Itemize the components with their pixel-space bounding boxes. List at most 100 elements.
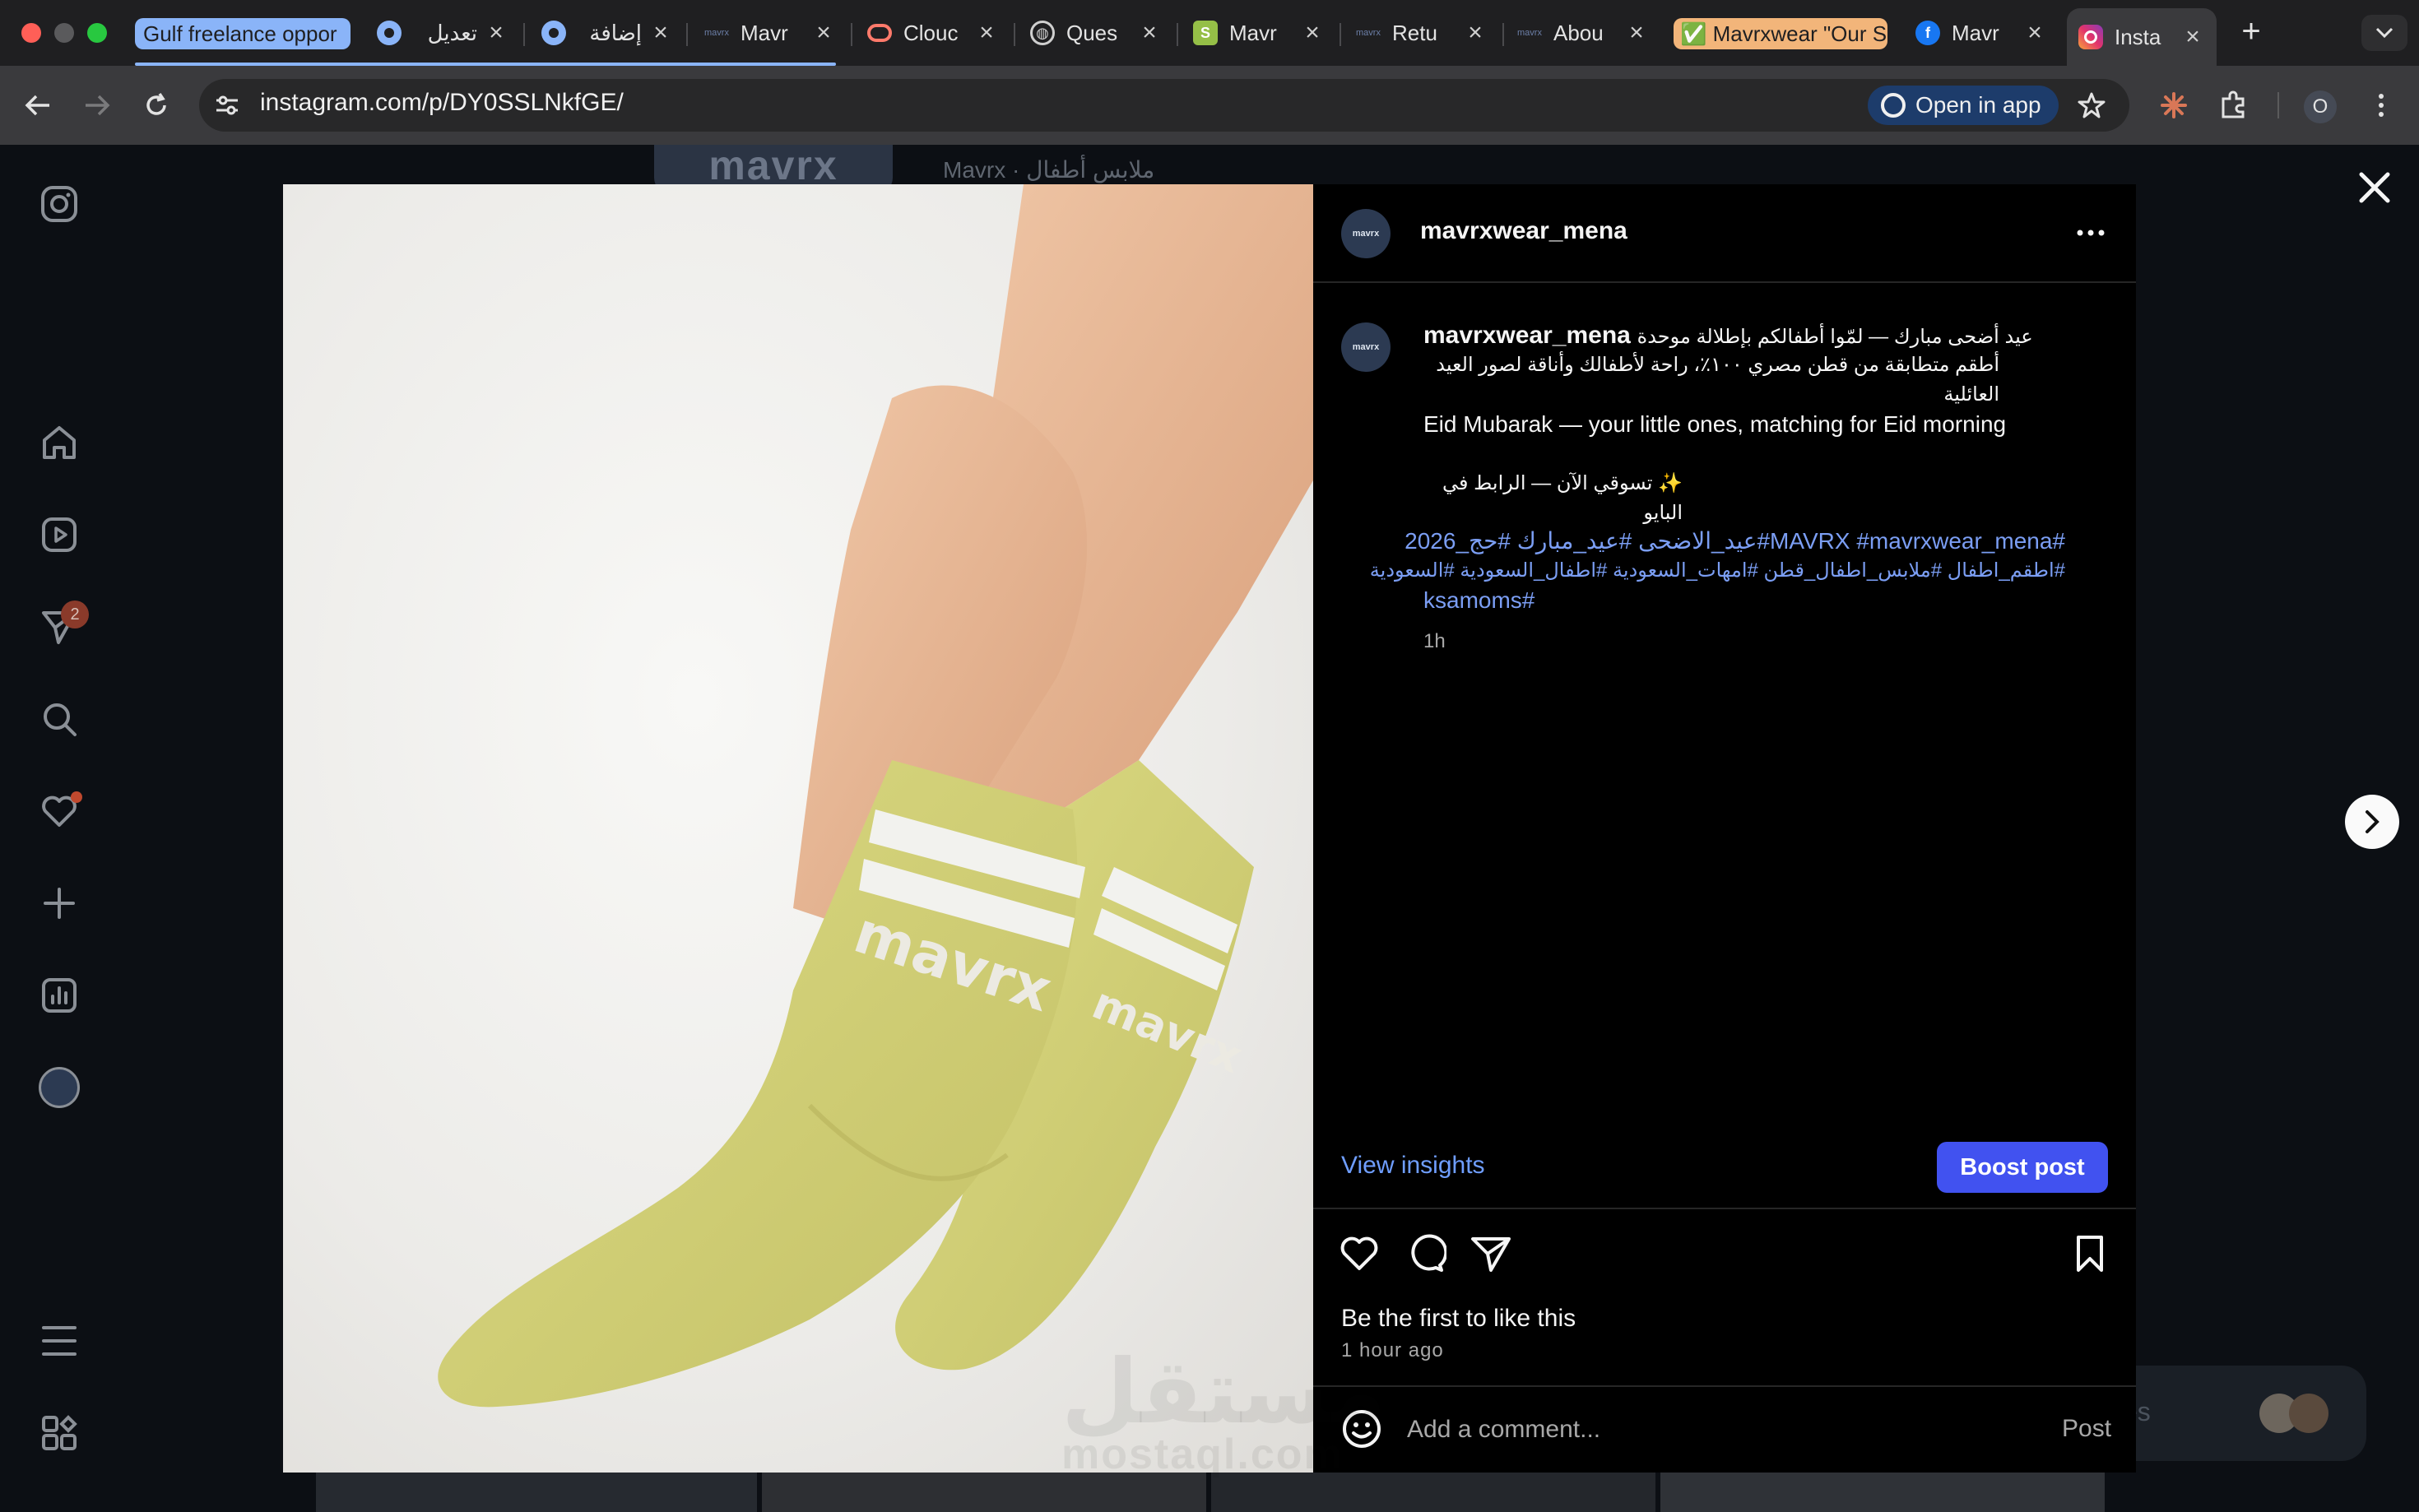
background-logo-text: mavrx xyxy=(708,142,838,188)
tab-label: Abou xyxy=(1553,20,1604,45)
toolbar-divider xyxy=(2277,92,2279,118)
tab-instagram-active[interactable]: Insta × xyxy=(2067,8,2217,66)
apps-grid-icon xyxy=(42,1415,77,1450)
tab-close-icon[interactable]: × xyxy=(1137,19,1162,47)
comment-button[interactable] xyxy=(1404,1232,1448,1275)
chevron-down-icon xyxy=(2375,27,2393,39)
tab-label: Mavr xyxy=(741,20,788,45)
shopify-icon: S xyxy=(1193,21,1218,45)
close-modal-button[interactable] xyxy=(2352,165,2398,211)
caption-timestamp[interactable]: 1h xyxy=(1423,630,1446,653)
instagram-logo-button[interactable] xyxy=(36,181,82,227)
comment-input[interactable] xyxy=(1407,1412,1934,1448)
search-icon xyxy=(44,703,77,736)
reload-icon xyxy=(146,93,166,115)
home-button[interactable] xyxy=(36,420,82,466)
tab-mavrxwear-chip[interactable]: ✅ Mavrxwear "Our S xyxy=(1674,18,1887,49)
header-username[interactable]: mavrxwear_mena xyxy=(1420,217,1627,245)
tab-tadil[interactable]: تعديل × xyxy=(377,15,508,51)
arrow-left-icon xyxy=(25,95,49,116)
header-avatar[interactable]: mavrx xyxy=(1341,209,1391,258)
bookmark-star-button[interactable] xyxy=(2072,86,2111,125)
arrow-right-icon xyxy=(86,95,110,116)
create-button[interactable] xyxy=(36,880,82,926)
next-post-button[interactable] xyxy=(2345,795,2399,849)
hamburger-icon xyxy=(42,1326,77,1356)
close-icon xyxy=(2359,172,2390,203)
tab-close-icon[interactable]: × xyxy=(1463,19,1488,47)
save-button[interactable] xyxy=(2068,1232,2111,1275)
tab-group-chip[interactable]: Gulf freelance oppor xyxy=(135,18,351,49)
notification-dot xyxy=(71,791,82,803)
hashtags-line[interactable]: #اطقم_اطفال #ملابس_اطفال_قطن #امهات_السع… xyxy=(1370,556,2065,586)
share-button[interactable] xyxy=(1470,1232,1512,1275)
caption-avatar[interactable]: mavrx xyxy=(1341,322,1391,372)
puzzle-icon xyxy=(2222,90,2245,118)
post-options-button[interactable] xyxy=(2072,220,2110,245)
caption-username[interactable]: mavrxwear_mena xyxy=(1423,322,1631,349)
tab-group-label: Gulf freelance oppor xyxy=(143,21,337,46)
hashtags-line[interactable]: #MAVRX #mavrxwear_mena#عيد_الاضحى #عيد_م… xyxy=(1405,526,2065,556)
boost-post-button[interactable]: Boost post xyxy=(1937,1142,2108,1193)
hashtags-line[interactable]: ksamoms# xyxy=(1423,586,2065,615)
url-text[interactable]: instagram.com/p/DY0SSLNkfGE/ xyxy=(260,89,624,117)
view-insights-link[interactable]: View insights xyxy=(1341,1152,1485,1180)
tab-idafa[interactable]: إضافة × xyxy=(541,15,673,51)
also-from-meta-button[interactable] xyxy=(36,1410,82,1456)
kebab-menu-icon xyxy=(2379,94,2384,117)
tab-close-icon[interactable]: × xyxy=(1624,19,1649,47)
tab-retu[interactable]: mavrx Retu × xyxy=(1356,15,1488,51)
tab-close-icon[interactable]: × xyxy=(811,19,836,47)
tab-close-icon[interactable]: × xyxy=(974,19,999,47)
bookmark-icon xyxy=(2077,1236,2103,1272)
back-button[interactable] xyxy=(18,86,58,125)
post-comment-button[interactable]: Post xyxy=(2062,1415,2111,1443)
zoom-window-button[interactable] xyxy=(87,23,107,43)
tune-icon xyxy=(216,95,238,115)
reels-button[interactable] xyxy=(36,512,82,558)
claude-extension-button[interactable] xyxy=(2154,86,2194,125)
tab-label: Ques xyxy=(1066,20,1118,45)
profile-initial: O xyxy=(2312,95,2328,118)
bar-chart-icon xyxy=(42,978,77,1013)
site-info-button[interactable] xyxy=(211,89,244,122)
tab-mavr-1[interactable]: mavrx Mavr × xyxy=(704,15,836,51)
tab-close-icon[interactable]: × xyxy=(1300,19,1325,47)
open-in-app-label: Open in app xyxy=(1915,92,2041,118)
open-in-app-button[interactable]: Open in app xyxy=(1868,86,2059,125)
tab-close-icon[interactable]: × xyxy=(484,19,508,47)
caption-hashtags[interactable]: #MAVRX #mavrxwear_mena#عيد_الاضحى #عيد_م… xyxy=(1370,526,2065,615)
profile-button-sidebar[interactable] xyxy=(36,1064,82,1111)
new-tab-button[interactable]: + xyxy=(2233,13,2269,49)
tab-mavr-shopify[interactable]: S Mavr × xyxy=(1193,15,1325,51)
avatar-text: mavrx xyxy=(1352,229,1380,239)
tab-close-icon[interactable]: × xyxy=(2022,19,2047,47)
like-button[interactable] xyxy=(1338,1232,1381,1275)
tab-abou[interactable]: mavrx Abou × xyxy=(1517,15,1649,51)
search-button[interactable] xyxy=(36,696,82,742)
notification-count: 2 xyxy=(70,605,80,624)
tab-mavr-facebook[interactable]: f Mavr × xyxy=(1915,15,2047,51)
profile-button[interactable]: O xyxy=(2304,90,2337,123)
tab-close-icon[interactable]: × xyxy=(648,19,673,47)
tab-search-button[interactable] xyxy=(2361,15,2407,51)
reload-button[interactable] xyxy=(137,86,176,125)
notification-badge: 2 xyxy=(61,601,89,628)
chrome-menu-button[interactable] xyxy=(2361,86,2401,125)
minimize-window-button[interactable] xyxy=(54,23,74,43)
claude-icon xyxy=(2161,92,2187,118)
tab-close-icon[interactable]: × xyxy=(2180,23,2205,51)
cloud-icon xyxy=(867,24,892,42)
tab-ques[interactable]: ◍ Ques × xyxy=(1030,15,1162,51)
forward-button[interactable] xyxy=(77,86,117,125)
background-grid-tile xyxy=(1660,1473,2105,1512)
close-window-button[interactable] xyxy=(21,23,41,43)
tab-cloud[interactable]: Clouc × xyxy=(867,15,999,51)
extensions-button[interactable] xyxy=(2213,86,2253,125)
more-menu-button[interactable] xyxy=(36,1318,82,1364)
paper-plane-icon xyxy=(1471,1237,1511,1272)
insights-button[interactable] xyxy=(36,972,82,1018)
tab-label: Clouc xyxy=(903,20,959,45)
likes-summary[interactable]: Be the first to like this xyxy=(1341,1305,1576,1333)
post-image[interactable]: mavrx mavrx xyxy=(283,184,1313,1473)
